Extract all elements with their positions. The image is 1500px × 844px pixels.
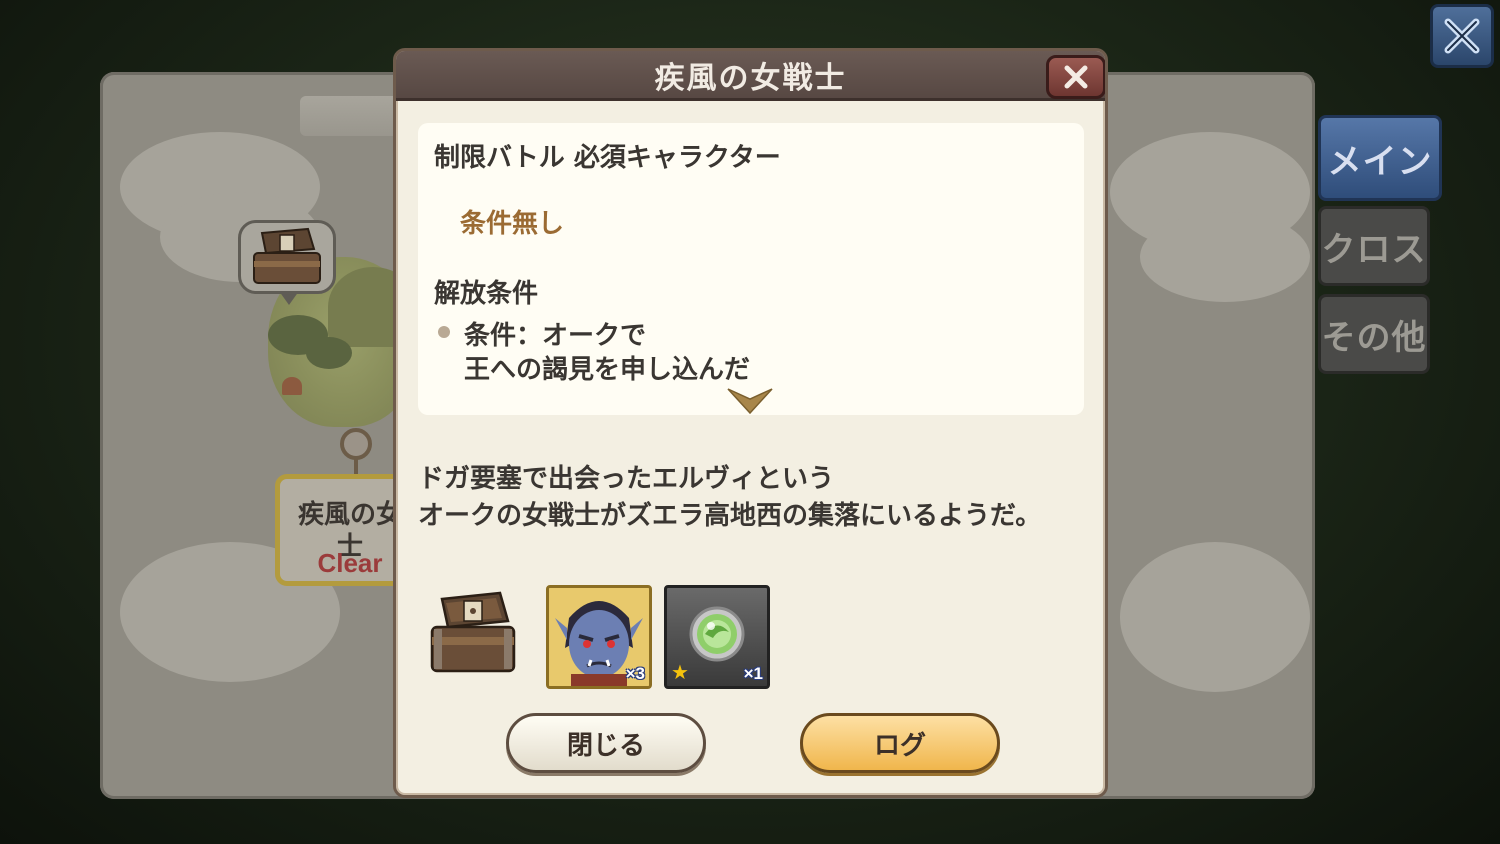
- close-button[interactable]: 閉じる: [506, 713, 706, 773]
- reward-orb[interactable]: ★ ×1: [664, 585, 770, 689]
- tab-main[interactable]: メイン: [1318, 115, 1442, 201]
- restriction-value: 条件無し: [460, 209, 565, 239]
- chevron-down-icon[interactable]: [726, 385, 774, 415]
- bullet-icon: [438, 326, 450, 338]
- tab-other[interactable]: その他: [1318, 294, 1430, 374]
- quest-detail-dialog: 疾風の女戦士 制限バトル 必須キャラクター 条件無し 解放条件 条件：オークで …: [393, 48, 1108, 798]
- description-line: オークの女戦士がズエラ高地西の集落にいるようだ。: [418, 501, 1042, 531]
- dialog-header: 疾風の女戦士: [396, 51, 1105, 101]
- star-icon: ★: [671, 660, 689, 684]
- conditions-box[interactable]: 制限バトル 必須キャラクター 条件無し 解放条件 条件：オークで 王への謁見を申…: [418, 123, 1084, 415]
- reward-character[interactable]: ×3: [546, 585, 652, 689]
- treasure-chest-icon: [253, 227, 321, 284]
- restriction-label: 制限バトル 必須キャラクター: [434, 143, 781, 173]
- mushroom-icon: [282, 377, 302, 395]
- reward-quantity: ×3: [625, 664, 645, 683]
- unlock-condition-line: 条件：オークで: [464, 321, 647, 351]
- log-button[interactable]: ログ: [800, 713, 1000, 773]
- dialog-title: 疾風の女戦士: [654, 60, 847, 96]
- close-icon: [1064, 65, 1088, 89]
- cloud: [1120, 542, 1310, 692]
- quest-description: ドガ要塞で出会ったエルヴィという オークの女戦士がズエラ高地西の集落にいるようだ…: [418, 461, 1088, 535]
- treasure-bubble[interactable]: [238, 220, 336, 305]
- treasure-chest-icon: [430, 591, 516, 673]
- reward-quantity: ×1: [743, 664, 763, 683]
- dialog-close-button[interactable]: [1046, 55, 1105, 99]
- tab-cross[interactable]: クロス: [1318, 206, 1430, 286]
- unlock-label: 解放条件: [434, 279, 539, 309]
- map-node-pin: [340, 428, 372, 460]
- tree: [306, 337, 352, 369]
- close-icon: [1444, 18, 1480, 54]
- cloud: [1140, 212, 1310, 302]
- unlock-condition-line: 王への謁見を申し込んだ: [464, 355, 751, 385]
- screen-close-button[interactable]: [1430, 4, 1494, 68]
- description-line: ドガ要塞で出会ったエルヴィという: [418, 464, 835, 494]
- map-node-stem: [354, 458, 358, 474]
